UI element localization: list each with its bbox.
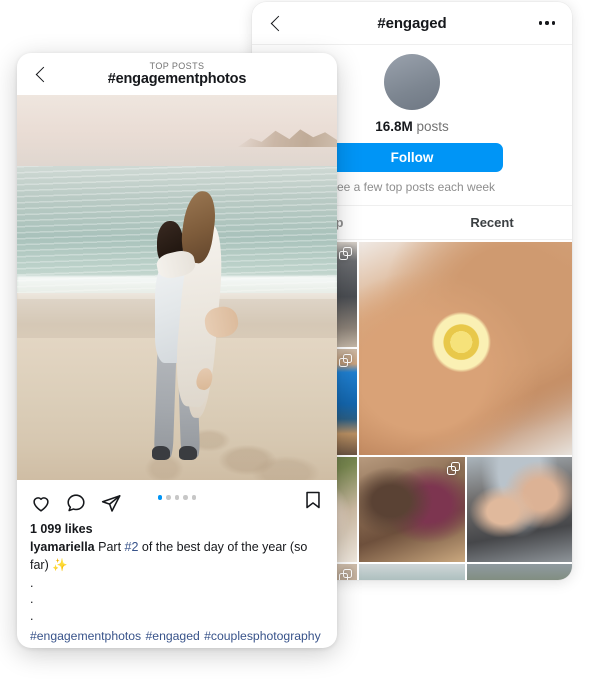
save-action xyxy=(302,489,324,516)
carousel-dot xyxy=(157,495,163,500)
like-count[interactable]: 1 099 likes xyxy=(17,518,337,538)
caption-filler-line: . xyxy=(30,575,34,590)
comment-icon[interactable] xyxy=(65,492,87,514)
caption-filler-line: . xyxy=(30,609,34,624)
tile-image xyxy=(466,564,572,580)
caption-filler-lines: ... xyxy=(17,575,337,626)
carousel-dot xyxy=(183,495,188,500)
post-navbar: TOP POSTS #engagementphotos xyxy=(17,53,337,95)
more-options-icon xyxy=(538,21,556,25)
hashtag-line[interactable]: #cabowedding #loscaboswedding #thecapeho… xyxy=(30,645,324,648)
tab-recent[interactable]: Recent xyxy=(412,206,572,239)
carousel-icon xyxy=(339,569,353,580)
man-shoe-right xyxy=(178,445,197,460)
heart-icon[interactable] xyxy=(30,492,52,514)
tile-image xyxy=(466,456,572,562)
hashtag-navbar: #engaged xyxy=(252,2,572,45)
hashtag-avatar xyxy=(384,54,440,110)
post-caption: lyamariella Part #2 of the best day of t… xyxy=(17,538,337,575)
hashtag-line[interactable]: #engagementphotos #engaged #couplesphoto… xyxy=(30,628,324,645)
sky-layer xyxy=(17,95,337,169)
post-nav-titles: TOP POSTS #engagementphotos xyxy=(53,61,301,87)
caption-text-before: Part xyxy=(94,540,125,554)
follow-button[interactable]: Follow xyxy=(321,143,503,172)
bookmark-icon[interactable] xyxy=(302,491,324,515)
back-button[interactable] xyxy=(31,63,53,85)
page-title: #engaged xyxy=(377,14,447,32)
tile-lake-couple[interactable] xyxy=(466,564,572,580)
navbar-spacer xyxy=(301,63,323,85)
tile-image xyxy=(359,564,465,580)
tile-proposal-selfie[interactable] xyxy=(466,456,572,562)
post-nav-eyebrow: TOP POSTS xyxy=(149,60,205,71)
tile-couple-foreheads[interactable] xyxy=(359,456,465,562)
post-count-value: 16.8M xyxy=(375,119,413,134)
couple-embracing xyxy=(123,180,251,460)
post-nav-title: #engagementphotos xyxy=(107,70,247,87)
post-count-label: posts xyxy=(416,119,449,134)
tile-image xyxy=(359,242,572,455)
caption-filler-line: . xyxy=(30,592,34,607)
carousel-dot xyxy=(191,495,197,500)
post-detail-card: TOP POSTS #engagementphotos 1 099 likes … xyxy=(17,53,337,648)
caption-hashtags[interactable]: #engagementphotos #engaged #couplesphoto… xyxy=(17,625,337,648)
carousel-icon xyxy=(339,354,353,368)
carousel-dot xyxy=(166,495,171,500)
caption-username[interactable]: lyamariella xyxy=(30,540,95,554)
carousel-icon xyxy=(446,461,460,475)
carousel-dot xyxy=(174,495,180,500)
share-icon[interactable] xyxy=(100,492,122,514)
chevron-left-icon xyxy=(270,15,287,31)
tile-ring-on-hand[interactable] xyxy=(359,242,572,455)
chevron-left-icon xyxy=(35,66,52,82)
post-action-bar xyxy=(17,480,337,518)
back-button[interactable] xyxy=(266,12,288,34)
primary-actions xyxy=(30,492,122,514)
beach-engagement-photo[interactable] xyxy=(17,95,337,480)
caption-hashtag-part[interactable]: #2 xyxy=(125,540,139,554)
carousel-icon xyxy=(339,247,353,260)
tile-lake-hand-ring[interactable] xyxy=(359,564,465,580)
man-shoe-left xyxy=(152,445,170,460)
more-options-button[interactable] xyxy=(536,12,558,34)
